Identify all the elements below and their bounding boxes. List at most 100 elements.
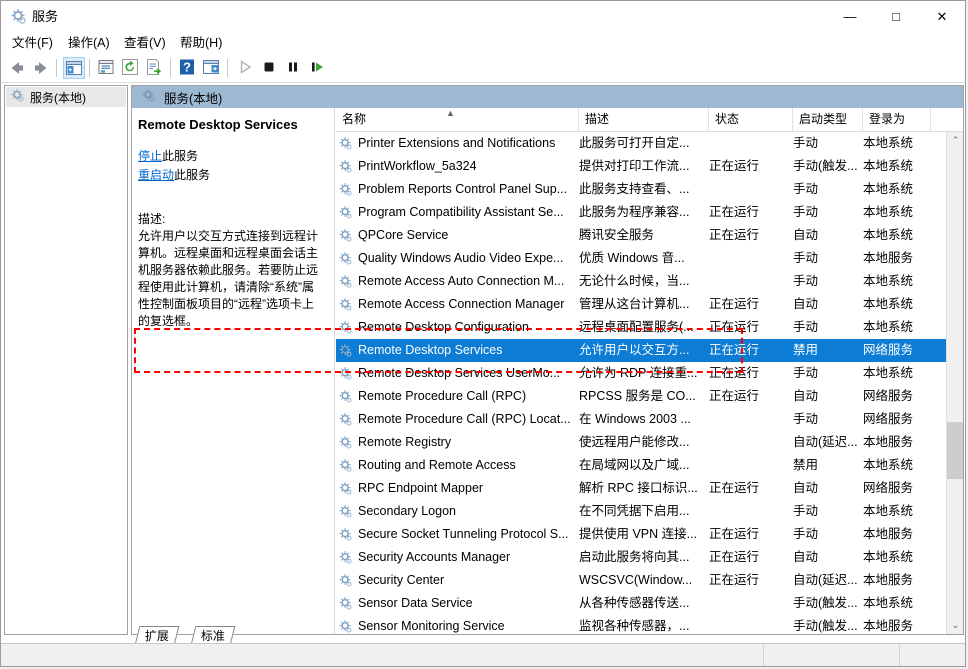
cell-startup: 自动: [793, 224, 863, 247]
table-row[interactable]: Security CenterWSCSVC(Window...正在运行自动(延迟…: [336, 569, 963, 592]
table-row[interactable]: Printer Extensions and Notifications此服务可…: [336, 132, 963, 155]
menu-action[interactable]: 操作(A): [63, 35, 115, 52]
table-row[interactable]: Remote Access Auto Connection M...无论什么时候…: [336, 270, 963, 293]
pane-header: 服务(本地): [132, 86, 963, 108]
cell-logon: 本地系统: [863, 155, 931, 178]
properties-icon[interactable]: [96, 57, 118, 79]
cell-name: Remote Desktop Services UserMo...: [336, 362, 579, 385]
cell-description: 管理从这台计算机...: [579, 293, 709, 316]
table-row[interactable]: Remote Registry使远程用户能修改...自动(延迟...本地服务: [336, 431, 963, 454]
refresh-icon[interactable]: [120, 57, 142, 79]
table-row[interactable]: Secure Socket Tunneling Protocol S...提供使…: [336, 523, 963, 546]
restart-service-line: 重启动此服务: [138, 167, 324, 184]
scrollbar-thumb[interactable]: [947, 422, 963, 479]
cell-description: RPCSS 服务是 CO...: [579, 385, 709, 408]
column-header-logon-as[interactable]: 登录为: [863, 108, 931, 131]
start-service-icon[interactable]: [235, 57, 257, 79]
minimize-button[interactable]: —: [827, 1, 873, 32]
cell-status: [709, 431, 793, 454]
pause-service-icon[interactable]: [283, 57, 305, 79]
table-row[interactable]: Program Compatibility Assistant Se...此服务…: [336, 201, 963, 224]
cell-logon: 本地服务: [863, 523, 931, 546]
cell-logon: 网络服务: [863, 477, 931, 500]
column-header-description[interactable]: 描述: [579, 108, 709, 131]
show-hide-tree-icon[interactable]: [63, 57, 85, 79]
menu-help[interactable]: 帮助(H): [175, 35, 227, 52]
table-row[interactable]: Remote Desktop Services允许用户以交互方...正在运行禁用…: [336, 339, 963, 362]
description-body: 允许用户以交互方式连接到远程计算机。远程桌面和远程桌面会话主机服务器依赖此服务。…: [138, 228, 324, 330]
cell-logon: 本地系统: [863, 270, 931, 293]
cell-status: 正在运行: [709, 477, 793, 500]
table-row[interactable]: Security Accounts Manager启动此服务将向其...正在运行…: [336, 546, 963, 569]
help-icon[interactable]: ?: [177, 57, 199, 79]
table-row[interactable]: Quality Windows Audio Video Expe...优质 Wi…: [336, 247, 963, 270]
cell-description: 优质 Windows 音...: [579, 247, 709, 270]
table-row[interactable]: Secondary Logon在不同凭据下启用...手动本地系统: [336, 500, 963, 523]
stop-service-link[interactable]: 停止: [138, 149, 162, 163]
menu-view[interactable]: 查看(V): [119, 35, 171, 52]
cell-logon: 本地系统: [863, 362, 931, 385]
back-icon[interactable]: [6, 57, 28, 79]
cell-status: [709, 247, 793, 270]
cell-description: 此服务可打开自定...: [579, 132, 709, 155]
cell-name: Remote Desktop Configuration: [336, 316, 579, 339]
maximize-button[interactable]: □: [873, 1, 919, 32]
window-controls: — □ ✕: [827, 1, 965, 32]
export-list-icon[interactable]: [144, 57, 166, 79]
show-action-pane-icon[interactable]: [201, 57, 223, 79]
cell-status: [709, 408, 793, 431]
sidebar-item-services-local[interactable]: 服务(本地): [6, 87, 126, 107]
cell-name: Remote Access Connection Manager: [336, 293, 579, 316]
table-row[interactable]: PrintWorkflow_5a324提供对打印工作流...正在运行手动(触发.…: [336, 155, 963, 178]
cell-status: [709, 132, 793, 155]
cell-startup: 自动: [793, 385, 863, 408]
table-row[interactable]: Remote Procedure Call (RPC) Locat...在 Wi…: [336, 408, 963, 431]
stop-service-icon[interactable]: [259, 57, 281, 79]
vertical-scrollbar[interactable]: ⌃ ⌄: [946, 132, 963, 634]
table-row[interactable]: RPC Endpoint Mapper解析 RPC 接口标识...正在运行自动网…: [336, 477, 963, 500]
menu-file[interactable]: 文件(F): [7, 35, 58, 52]
cell-startup: 手动: [793, 523, 863, 546]
services-window: 服务 — □ ✕ 文件(F) 操作(A) 查看(V) 帮助(H): [0, 0, 966, 667]
cell-logon: 网络服务: [863, 385, 931, 408]
table-row[interactable]: Remote Access Connection Manager管理从这台计算机…: [336, 293, 963, 316]
cell-name: Remote Desktop Services: [336, 339, 579, 362]
cell-description: 在 Windows 2003 ...: [579, 408, 709, 431]
table-row[interactable]: Sensor Data Service从各种传感器传送...手动(触发...本地…: [336, 592, 963, 615]
close-button[interactable]: ✕: [919, 1, 965, 32]
cell-startup: 自动(延迟...: [793, 569, 863, 592]
cell-status: 正在运行: [709, 546, 793, 569]
cell-startup: 手动: [793, 500, 863, 523]
cell-name: Remote Procedure Call (RPC): [336, 385, 579, 408]
cell-name: QPCore Service: [336, 224, 579, 247]
services-gear-icon: [10, 88, 25, 106]
column-header-name[interactable]: 名称 ▲: [336, 108, 579, 131]
cell-name: Sensor Data Service: [336, 592, 579, 615]
table-row[interactable]: Remote Desktop Services UserMo...允许为 RDP…: [336, 362, 963, 385]
table-row[interactable]: Routing and Remote Access在局域网以及广域...禁用本地…: [336, 454, 963, 477]
cell-status: [709, 500, 793, 523]
stop-service-suffix: 此服务: [162, 149, 198, 163]
cell-description: 启动此服务将向其...: [579, 546, 709, 569]
restart-service-link[interactable]: 重启动: [138, 168, 174, 182]
cell-description: 此服务支持查看、...: [579, 178, 709, 201]
cell-description: 此服务为程序兼容...: [579, 201, 709, 224]
scroll-up-button[interactable]: ⌃: [947, 132, 963, 149]
cell-logon: 本地系统: [863, 178, 931, 201]
table-row[interactable]: Remote Desktop Configuration远程桌面配置服务(...…: [336, 316, 963, 339]
forward-icon[interactable]: [30, 57, 52, 79]
column-header-startup-type[interactable]: 启动类型: [793, 108, 863, 131]
cell-status: 正在运行: [709, 385, 793, 408]
cell-logon: 本地系统: [863, 546, 931, 569]
restart-service-icon[interactable]: [307, 57, 329, 79]
cell-description: 允许为 RDP 连接重...: [579, 362, 709, 385]
cell-description: 从各种传感器传送...: [579, 592, 709, 615]
results-pane: 服务(本地) Remote Desktop Services 停止此服务 重启动…: [131, 85, 964, 635]
cell-name: Printer Extensions and Notifications: [336, 132, 579, 155]
table-row[interactable]: Problem Reports Control Panel Sup...此服务支…: [336, 178, 963, 201]
table-row[interactable]: QPCore Service腾讯安全服务正在运行自动本地系统: [336, 224, 963, 247]
cell-logon: 本地系统: [863, 316, 931, 339]
column-header-status[interactable]: 状态: [709, 108, 793, 131]
table-row[interactable]: Remote Procedure Call (RPC)RPCSS 服务是 CO.…: [336, 385, 963, 408]
cell-name: Problem Reports Control Panel Sup...: [336, 178, 579, 201]
